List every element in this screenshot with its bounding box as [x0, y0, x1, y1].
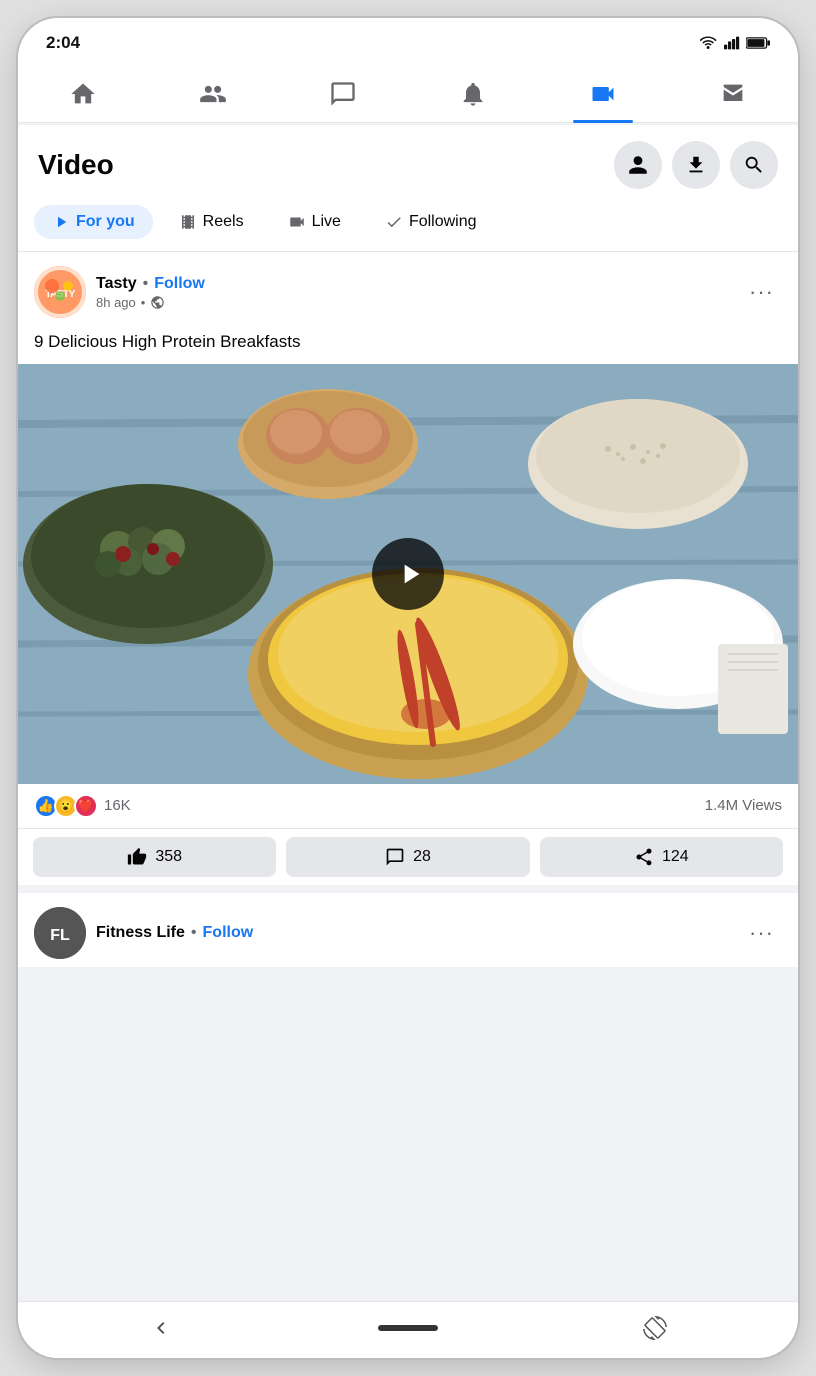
wifi-icon: [700, 36, 718, 50]
post-card-tasty: TASTY Tasty • Follow: [18, 252, 798, 885]
tab-reels-label: Reels: [203, 213, 244, 231]
top-nav: [18, 62, 798, 123]
author-name-fitness: Fitness Life: [96, 924, 185, 942]
status-time: 2:04: [46, 33, 80, 53]
video-feed: TASTY Tasty • Follow: [18, 252, 798, 1301]
nav-video[interactable]: [563, 70, 643, 118]
comment-count: 28: [413, 848, 431, 866]
video-thumbnail[interactable]: [18, 364, 798, 784]
tab-for-you-label: For you: [76, 213, 135, 231]
author-name-row: Tasty • Follow: [96, 275, 205, 293]
post-caption: 9 Delicious High Protein Breakfasts: [18, 326, 798, 364]
follow-button-fitness[interactable]: Follow: [203, 924, 254, 942]
video-page-title: Video: [38, 149, 114, 181]
post-card-fitness: FL Fitness Life • Follow ···: [18, 893, 798, 967]
tab-for-you[interactable]: For you: [34, 205, 153, 239]
tab-reels[interactable]: Reels: [161, 205, 262, 239]
reaction-emojis: 👍 😮 ❤️: [34, 794, 98, 818]
share-button[interactable]: 124: [540, 837, 783, 877]
follow-button[interactable]: Follow: [154, 275, 205, 293]
nav-messenger[interactable]: [303, 70, 383, 118]
like-button[interactable]: 358: [33, 837, 276, 877]
love-emoji: ❤️: [74, 794, 98, 818]
reactions-bar: 👍 😮 ❤️ 16K 1.4M Views: [18, 784, 798, 829]
dot-separator: •: [143, 275, 149, 293]
home-indicator: [378, 1325, 438, 1331]
download-button[interactable]: [672, 141, 720, 189]
avatar-fitness: FL: [34, 907, 86, 959]
action-buttons-row: 358 28 124: [18, 829, 798, 885]
avatar-tasty: TASTY: [34, 266, 86, 318]
author-info: Tasty • Follow 8h ago •: [96, 275, 205, 310]
share-count: 124: [662, 848, 689, 866]
phone-frame: 2:04: [18, 18, 798, 1358]
author-row-fitness: FL Fitness Life • Follow: [34, 907, 253, 959]
video-header: Video: [18, 125, 798, 199]
views-count: 1.4M Views: [705, 797, 782, 814]
tab-following-label: Following: [409, 213, 477, 231]
globe-icon: [150, 295, 165, 310]
reactions-left: 👍 😮 ❤️ 16K: [34, 794, 131, 818]
play-button[interactable]: [372, 538, 444, 610]
post-header: TASTY Tasty • Follow: [18, 252, 798, 326]
post-meta: 8h ago •: [96, 295, 205, 310]
bottom-bar: [18, 1301, 798, 1358]
time-ago: 8h ago: [96, 295, 136, 310]
profile-button[interactable]: [614, 141, 662, 189]
like-count: 358: [155, 848, 182, 866]
more-options-button-fitness[interactable]: ···: [741, 916, 782, 950]
author-name: Tasty: [96, 275, 137, 293]
comment-button[interactable]: 28: [286, 837, 529, 877]
rotate-button[interactable]: [627, 1310, 683, 1346]
nav-notifications[interactable]: [433, 70, 513, 118]
reaction-count: 16K: [104, 797, 131, 814]
more-options-button[interactable]: ···: [741, 275, 782, 309]
status-bar: 2:04: [18, 18, 798, 62]
post-header-fitness: FL Fitness Life • Follow ···: [18, 893, 798, 967]
battery-icon: [746, 36, 770, 50]
status-icons: [700, 36, 770, 50]
author-info-fitness: Fitness Life • Follow: [96, 924, 253, 942]
nav-home[interactable]: [43, 70, 123, 118]
nav-active-indicator: [573, 120, 633, 123]
nav-marketplace[interactable]: [693, 70, 773, 118]
tab-live-label: Live: [312, 213, 341, 231]
signal-icon: [724, 36, 740, 50]
nav-friends[interactable]: [173, 70, 253, 118]
search-button[interactable]: [730, 141, 778, 189]
header-actions: [614, 141, 778, 189]
tab-following[interactable]: Following: [367, 205, 495, 239]
tab-live[interactable]: Live: [270, 205, 359, 239]
category-tabs: For you Reels Live Following: [18, 199, 798, 252]
author-name-row-fitness: Fitness Life • Follow: [96, 924, 253, 942]
author-row: TASTY Tasty • Follow: [34, 266, 205, 318]
svg-text:FL: FL: [50, 927, 70, 944]
back-button[interactable]: [133, 1310, 189, 1346]
meta-dot: •: [141, 295, 146, 310]
